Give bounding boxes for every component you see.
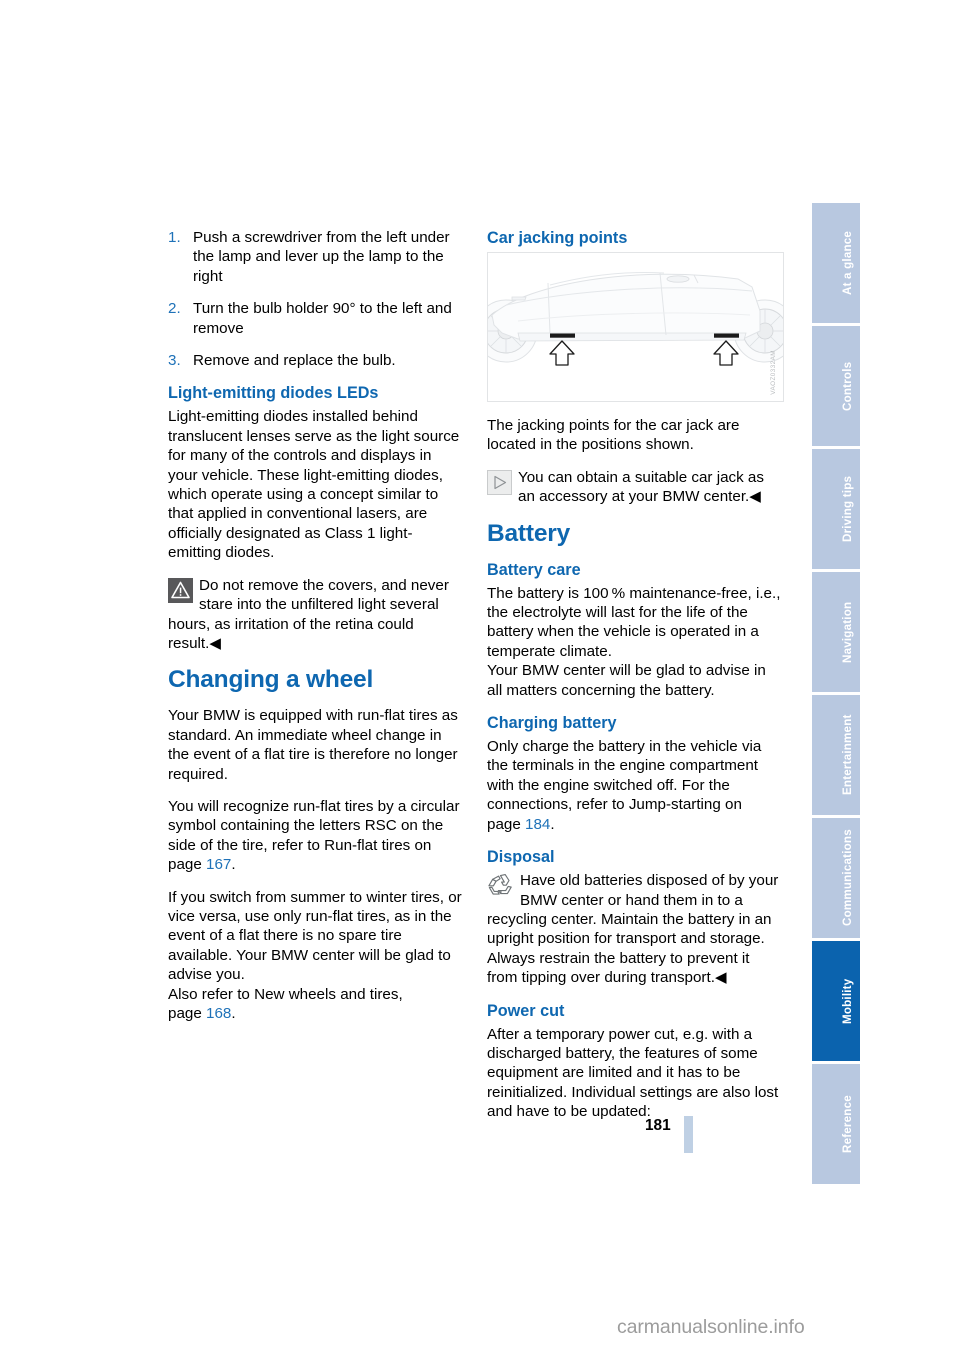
list-item: 1. Push a screwdriver from the left unde…: [168, 228, 465, 286]
wheel-p4-text-b: .: [231, 1005, 236, 1022]
leds-body-text: Light-emitting diodes installed behind t…: [168, 408, 460, 562]
step-number: 3.: [168, 352, 181, 370]
chapter-thumb-tabs: At a glance Controls Driving tips Naviga…: [812, 203, 860, 1187]
end-mark: ◀: [209, 634, 222, 652]
disposal-note-text: Have old batteries disposed of by your B…: [487, 872, 779, 987]
heading-battery: Battery: [487, 519, 571, 547]
battery-care-paragraph-2: Your BMW center will be glad to advise i…: [487, 662, 766, 699]
heading-changing-a-wheel: Changing a wheel: [168, 666, 374, 694]
manual-page: 1. Push a screwdriver from the left unde…: [0, 0, 960, 1358]
info-note-car-jack: You can obtain a suitable car jack as an…: [487, 468, 784, 507]
wheel-paragraph-1: Your BMW is equipped with run-flat tires…: [168, 707, 458, 783]
list-item: 3. Remove and replace the bulb.: [168, 351, 465, 370]
heading-car-jacking-points: Car jacking points: [487, 229, 628, 247]
warning-triangle-icon: [168, 577, 193, 603]
recycle-icon: [487, 873, 514, 896]
wheel-p4-text-a: Also refer to New wheels and tires, page: [168, 985, 403, 1022]
page-reference-167[interactable]: 167: [206, 856, 231, 873]
wheel-paragraph-4: Also refer to New wheels and tires, page…: [168, 985, 465, 1024]
tab-label: Driving tips: [841, 475, 854, 543]
note-triangle-icon: [487, 469, 512, 495]
heading-battery-care: Battery care: [487, 560, 581, 579]
bulb-replacement-steps: 1. Push a screwdriver from the left unde…: [168, 228, 465, 370]
info-note-text: You can obtain a suitable car jack as an…: [518, 468, 764, 506]
wheel-paragraph-3: If you switch from summer to winter tire…: [168, 888, 462, 984]
wheel-p2-text-b: .: [231, 856, 236, 874]
tab-driving-tips[interactable]: Driving tips: [812, 449, 860, 572]
tab-label: Mobility: [841, 978, 854, 1024]
heading-light-emitting-diodes: Light-emitting diodes LEDs: [168, 384, 379, 403]
tab-label: Controls: [841, 361, 854, 411]
right-column: Car jacking points VAOZ0332AM The jackin…: [487, 228, 784, 1135]
figure-code: VAOZ0332AM: [770, 350, 777, 395]
tab-label: Navigation: [841, 601, 854, 663]
jacking-body-text: The jacking points for the car jack are …: [487, 417, 740, 454]
heading-charging-battery: Charging battery: [487, 714, 617, 733]
end-mark: ◀: [714, 969, 727, 987]
tab-controls[interactable]: Controls: [812, 326, 860, 449]
left-column: 1. Push a screwdriver from the left unde…: [168, 228, 465, 1036]
end-mark: ◀: [749, 488, 761, 506]
disposal-note: Have old batteries disposed of by your B…: [487, 871, 784, 987]
step-number: 2.: [168, 300, 181, 318]
step-text: Turn the bulb holder 90° to the left and…: [193, 300, 452, 337]
tab-entertainment[interactable]: Entertainment: [812, 695, 860, 818]
charging-battery-paragraph: Only charge the battery in the vehicle v…: [487, 737, 784, 834]
battery-care-paragraph-1: The battery is 100 % maintenance-free, i…: [487, 584, 781, 660]
site-watermark: carmanualsonline.info: [617, 1316, 805, 1338]
tab-label: Communications: [841, 829, 854, 927]
wheel-paragraph-2: You will recognize run-flat tires by a c…: [168, 797, 465, 875]
tab-at-a-glance[interactable]: At a glance: [812, 203, 860, 326]
step-number: 1.: [168, 229, 181, 246]
step-text: Push a screwdriver from the left under t…: [193, 229, 450, 285]
tab-communications[interactable]: Communications: [812, 818, 860, 941]
heading-power-cut: Power cut: [487, 1001, 565, 1020]
car-jacking-points-illustration: VAOZ0332AM: [487, 252, 784, 402]
tab-label: At a glance: [841, 230, 854, 296]
list-item: 2. Turn the bulb holder 90° to the left …: [168, 299, 465, 338]
warning-note-leds: Do not remove the covers, and never star…: [168, 576, 465, 654]
tab-reference[interactable]: Reference: [812, 1064, 860, 1187]
page-number-bar: [684, 1116, 693, 1153]
page-reference-168[interactable]: 168: [206, 1005, 231, 1022]
page-reference-184[interactable]: 184: [525, 816, 550, 833]
charging-text-b: .: [550, 815, 555, 833]
page-number: 181: [645, 1117, 671, 1134]
tab-mobility[interactable]: Mobility: [812, 941, 860, 1064]
tab-label: Entertainment: [841, 714, 854, 796]
tab-label: Reference: [841, 1095, 854, 1153]
tab-navigation[interactable]: Navigation: [812, 572, 860, 695]
power-cut-paragraph: After a temporary power cut, e.g. with a…: [487, 1025, 779, 1121]
heading-disposal: Disposal: [487, 848, 555, 867]
step-text: Remove and replace the bulb.: [193, 352, 396, 370]
